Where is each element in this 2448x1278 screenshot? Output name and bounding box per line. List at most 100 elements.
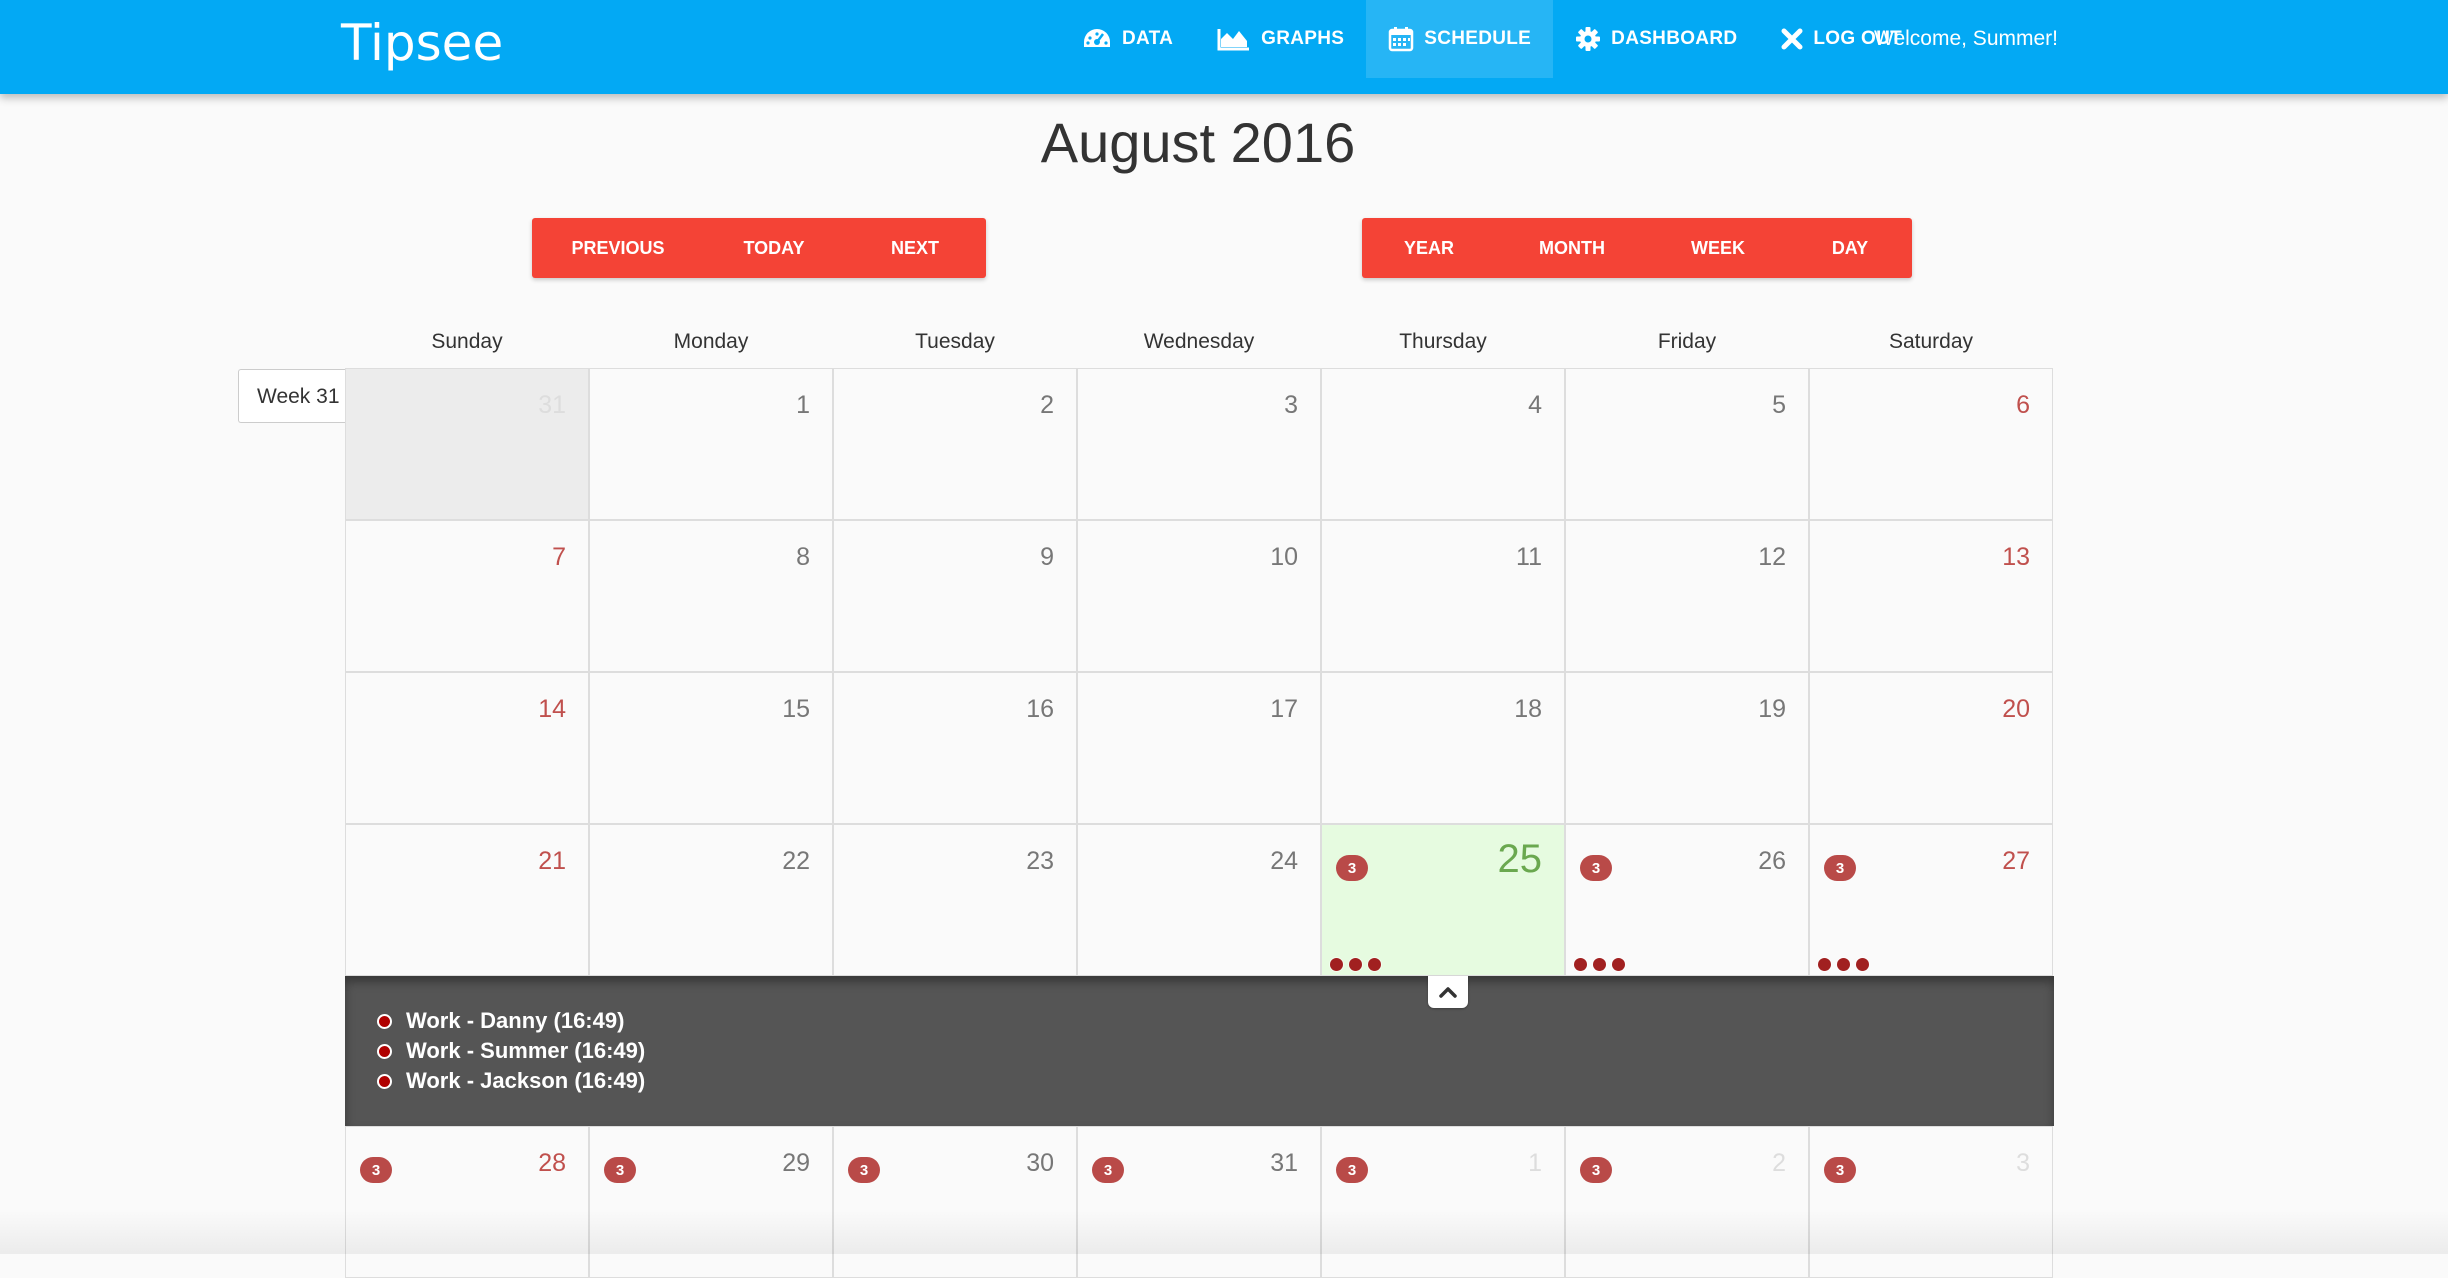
day-number: 24 <box>1270 847 1298 875</box>
weekday-header-saturday: Saturday <box>1888 330 1974 353</box>
day-cell[interactable]: 2 <box>833 368 1077 520</box>
day-cell[interactable]: 3 29 <box>589 1126 833 1278</box>
day-cell[interactable]: 33 <box>1809 1126 2053 1278</box>
event-dot <box>1368 958 1381 971</box>
weekday-header-monday: Monday <box>673 330 749 353</box>
day-number: 9 <box>1040 543 1054 571</box>
welcome-message[interactable]: Welcome, Summer! <box>1874 0 2058 78</box>
day-cell[interactable]: 22 <box>589 824 833 976</box>
event-count-badge[interactable]: 3 <box>360 1157 392 1183</box>
day-cell[interactable]: 6 <box>1809 368 2053 520</box>
weekday-header-sunday: Sunday <box>431 330 503 353</box>
day-cell[interactable]: 24 <box>1077 824 1321 976</box>
event-count-badge[interactable]: 3 <box>848 1157 880 1183</box>
day-cell[interactable]: 15 <box>589 672 833 824</box>
event-label: Work - Jackson (16:49) <box>406 1068 646 1093</box>
nav-schedule[interactable]: SCHEDULE <box>1366 0 1554 78</box>
day-cell[interactable]: 19 <box>1565 672 1809 824</box>
day-number: 19 <box>1758 695 1786 723</box>
day-number: 1 <box>1528 1149 1542 1177</box>
day-number: 6 <box>2016 391 2030 419</box>
event-count-badge[interactable]: 3 <box>1092 1157 1124 1183</box>
day-cell[interactable]: 9 <box>833 520 1077 672</box>
event-label: Work - Danny (16:49) <box>406 1008 625 1033</box>
day-number: 13 <box>2002 543 2030 571</box>
day-number: 17 <box>1270 695 1298 723</box>
event-dots[interactable] <box>1330 958 1387 971</box>
weekday-header-thursday: Thursday <box>1399 330 1487 353</box>
year-view-button[interactable]: YEAR <box>1362 218 1496 278</box>
event-label: Work - Summer (16:49) <box>406 1038 646 1063</box>
event-dots[interactable] <box>1818 958 1875 971</box>
day-cell[interactable]: 16 <box>833 672 1077 824</box>
event-count-badge[interactable]: 3 <box>1824 1157 1856 1183</box>
next-button[interactable]: NEXT <box>844 218 986 278</box>
day-cell[interactable]: 1 <box>589 368 833 520</box>
day-cell[interactable]: 17 <box>1077 672 1321 824</box>
week-view-button[interactable]: WEEK <box>1648 218 1788 278</box>
week-number-label[interactable]: Week 31 <box>238 369 346 423</box>
nav-graphs-label: GRAPHS <box>1261 28 1345 49</box>
event-bullet-icon <box>377 1073 392 1089</box>
day-cell[interactable]: 12 <box>1565 520 1809 672</box>
day-number: 3 <box>1284 391 1298 419</box>
previous-button[interactable]: PREVIOUS <box>532 218 704 278</box>
day-number: 11 <box>1516 543 1542 571</box>
day-cell[interactable]: 23 <box>833 824 1077 976</box>
day-cell[interactable]: 3 28 <box>345 1126 589 1278</box>
day-cell[interactable]: 11 <box>1321 520 1565 672</box>
nav-data[interactable]: DATA <box>1060 0 1195 78</box>
day-view-button[interactable]: DAY <box>1788 218 1912 278</box>
day-number: 3 <box>2016 1149 2030 1177</box>
nav-dashboard[interactable]: DASHBOARD <box>1553 0 1759 78</box>
chevron-up-icon <box>1439 987 1457 998</box>
event-item[interactable]: Work - Danny (16:49) <box>377 1006 2054 1036</box>
collapse-events-button[interactable] <box>1428 976 1468 1008</box>
event-dot <box>1574 958 1587 971</box>
day-cell[interactable]: 3 <box>1077 368 1321 520</box>
event-count-badge[interactable]: 3 <box>1336 855 1368 881</box>
day-cell-today[interactable]: 3 25 <box>1321 824 1565 976</box>
day-cell[interactable]: 31 <box>1321 1126 1565 1278</box>
day-cell[interactable]: 3 26 <box>1565 824 1809 976</box>
day-cell[interactable]: 32 <box>1565 1126 1809 1278</box>
day-number: 7 <box>552 543 566 571</box>
day-number: 1 <box>796 391 810 419</box>
nav-schedule-label: SCHEDULE <box>1424 28 1532 49</box>
day-cell[interactable]: 10 <box>1077 520 1321 672</box>
day-number: 29 <box>782 1149 810 1177</box>
event-count-badge[interactable]: 3 <box>1580 855 1612 881</box>
event-count-badge[interactable]: 3 <box>604 1157 636 1183</box>
day-cell[interactable]: 31 <box>345 368 589 520</box>
event-dot <box>1818 958 1831 971</box>
event-count-badge[interactable]: 3 <box>1580 1157 1612 1183</box>
calendar-view-buttons: YEAR MONTH WEEK DAY <box>1362 218 1912 278</box>
event-count-badge[interactable]: 3 <box>1824 855 1856 881</box>
event-count-badge[interactable]: 3 <box>1336 1157 1368 1183</box>
day-number: 31 <box>538 391 566 419</box>
day-cell[interactable]: 8 <box>589 520 833 672</box>
day-cell[interactable]: 20 <box>1809 672 2053 824</box>
day-cell[interactable]: 13 <box>1809 520 2053 672</box>
day-cell[interactable]: 7 <box>345 520 589 672</box>
event-item[interactable]: Work - Jackson (16:49) <box>377 1066 2054 1096</box>
day-cell[interactable]: 21 <box>345 824 589 976</box>
day-cell[interactable]: 3 30 <box>833 1126 1077 1278</box>
day-cell[interactable]: 14 <box>345 672 589 824</box>
day-number: 23 <box>1026 847 1054 875</box>
gear-icon <box>1576 27 1601 51</box>
event-item[interactable]: Work - Summer (16:49) <box>377 1036 2054 1066</box>
top-navbar: Tipsee DATA GRAPHS SCHEDULE DASHBOARD LO… <box>0 0 2448 94</box>
day-cell[interactable]: 3 27 <box>1809 824 2053 976</box>
day-number: 18 <box>1514 695 1542 723</box>
app-logo[interactable]: Tipsee <box>341 8 503 78</box>
nav-graphs[interactable]: GRAPHS <box>1195 0 1366 78</box>
today-button[interactable]: TODAY <box>704 218 844 278</box>
month-view-button[interactable]: MONTH <box>1496 218 1648 278</box>
nav-data-label: DATA <box>1122 28 1174 49</box>
day-cell[interactable]: 3 31 <box>1077 1126 1321 1278</box>
day-cell[interactable]: 5 <box>1565 368 1809 520</box>
event-dots[interactable] <box>1574 958 1631 971</box>
day-cell[interactable]: 4 <box>1321 368 1565 520</box>
day-cell[interactable]: 18 <box>1321 672 1565 824</box>
